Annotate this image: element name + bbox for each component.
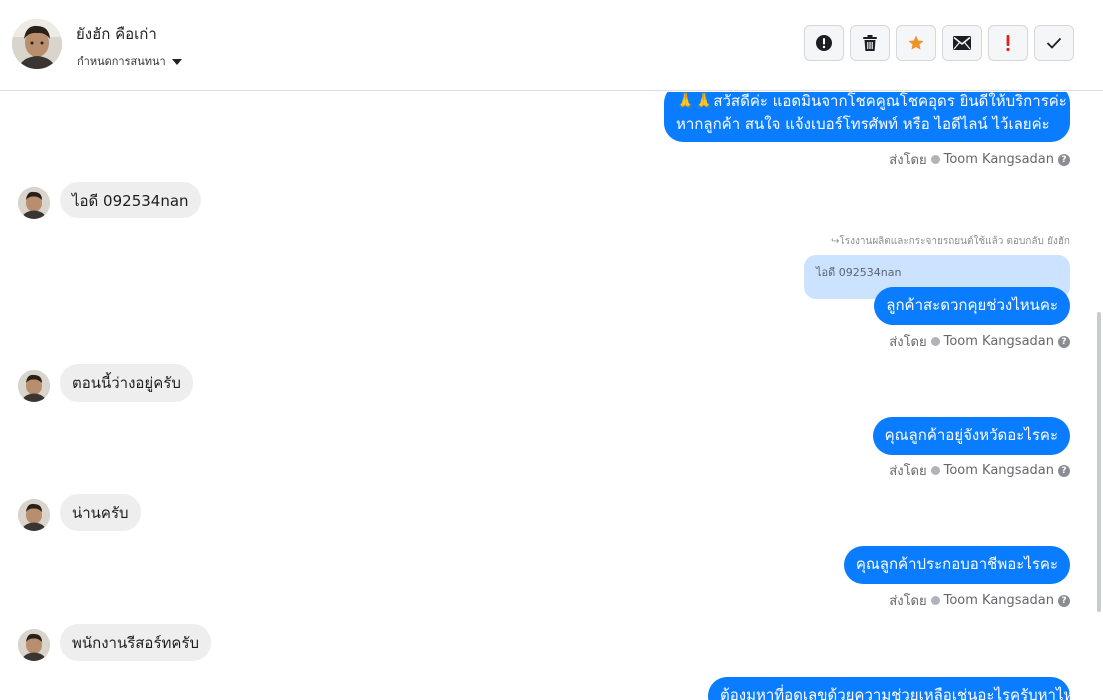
thread-scrollbar[interactable] — [1095, 92, 1103, 700]
done-button[interactable] — [1034, 25, 1074, 61]
envelope-icon — [953, 36, 971, 50]
message-text-line2: หากลูกค้า สนใจ แจ้งเบอร์โทรศัพท์ หรือ ไอ… — [676, 115, 1050, 133]
message-text: ไอดี 092534nan — [72, 192, 189, 210]
sent-check-icon — [930, 466, 940, 475]
sent-by-agent: Toom Kangsadan — [943, 593, 1054, 608]
reply-context: ↪โรงงานผลิตและกระจายรถยนต์ใช้แล้ว ตอบกลั… — [830, 236, 1070, 247]
sent-by-agent: Toom Kangsadan — [943, 463, 1054, 478]
message-text: พนักงานรีสอร์ทครับ — [72, 634, 200, 652]
outgoing-message[interactable]: ลูกค้าสะดวกคุยช่วงไหนคะ — [874, 287, 1070, 325]
message-text: ต้องมหาที่อุดเลขด้วยความช่วยเหลือเช่นอะไ… — [720, 686, 1102, 700]
message-text-line1: 🙏🙏สวัสดีค่ะ แอดมินจากโชคคูณโชคอุดร ยินดี… — [676, 92, 1067, 110]
trash-icon — [863, 35, 877, 51]
check-icon — [1046, 37, 1062, 49]
sent-by-agent: Toom Kangsadan — [943, 334, 1054, 349]
sent-by-row: ส่งโดย Toom Kangsadan ? — [889, 331, 1070, 352]
contact-avatar-small — [18, 370, 50, 402]
star-icon — [908, 35, 924, 50]
help-icon[interactable]: ? — [1058, 153, 1070, 166]
sent-by-label: ส่งโดย — [889, 153, 927, 168]
report-button[interactable] — [804, 25, 844, 61]
message-text: ลูกค้าสะดวกคุยช่วงไหนคะ — [886, 296, 1058, 314]
scrollbar-thumb[interactable] — [1097, 312, 1101, 612]
contact-avatar-small — [18, 629, 50, 661]
sent-check-icon — [930, 337, 940, 346]
sent-by-label: ส่งโดย — [889, 594, 927, 609]
caret-down-icon — [171, 58, 182, 65]
exclamation-icon — [1006, 35, 1010, 52]
outgoing-message[interactable]: คุณลูกค้าประกอบอาชีพอะไรคะ — [843, 546, 1070, 584]
message-text: น่านครับ — [72, 504, 129, 522]
help-icon[interactable]: ? — [1058, 335, 1070, 348]
incoming-message[interactable]: น่านครับ — [60, 494, 141, 531]
sent-by-row: ส่งโดย Toom Kangsadan ? — [889, 590, 1070, 611]
conversation-header: ยังฮัก คือเก่า กำหนดการสนทนา — [0, 0, 1103, 91]
outgoing-message[interactable]: ต้องมหาที่อุดเลขด้วยความช่วยเหลือเช่นอะไ… — [708, 677, 1101, 700]
message-thread[interactable]: 🙏🙏สวัสดีค่ะ แอดมินจากโชคคูณโชคอุดร ยินดี… — [0, 92, 1103, 700]
help-icon[interactable]: ? — [1058, 594, 1070, 607]
sent-check-icon — [930, 596, 940, 605]
header-actions — [804, 25, 1074, 61]
outgoing-message[interactable]: 🙏🙏สวัสดีค่ะ แอดมินจากโชคคูณโชคอุดร ยินดี… — [664, 92, 1070, 142]
sent-check-icon — [930, 155, 940, 164]
mark-unread-button[interactable] — [942, 25, 982, 61]
contact-avatar[interactable] — [12, 19, 62, 69]
assign-label: กำหนดการสนทนา — [77, 55, 166, 68]
message-text: คุณลูกค้าประกอบอาชีพอะไรคะ — [855, 555, 1058, 573]
contact-avatar-small — [18, 499, 50, 531]
alert-circle-icon — [816, 35, 832, 51]
sent-by-row: ส่งโดย Toom Kangsadan ? — [889, 460, 1070, 481]
star-button[interactable] — [896, 25, 936, 61]
sent-by-label: ส่งโดย — [889, 464, 927, 479]
assign-conversation-dropdown[interactable]: กำหนดการสนทนา — [77, 52, 182, 70]
incoming-message[interactable]: ตอนนี้ว่างอยู่ครับ — [60, 364, 193, 402]
message-text: คุณลูกค้าอยู่จังหวัดอะไรคะ — [884, 426, 1058, 444]
incoming-message[interactable]: พนักงานรีสอร์ทครับ — [60, 624, 212, 661]
help-icon[interactable]: ? — [1058, 464, 1070, 477]
sent-by-agent: Toom Kangsadan — [943, 152, 1054, 167]
delete-button[interactable] — [850, 25, 890, 61]
contact-name: ยังฮัก คือเก่า — [76, 25, 157, 43]
sent-by-row: ส่งโดย Toom Kangsadan ? — [889, 149, 1070, 170]
quoted-text: ไอดี 092534nan — [816, 266, 902, 279]
sent-by-label: ส่งโดย — [889, 335, 927, 350]
outgoing-message[interactable]: คุณลูกค้าอยู่จังหวัดอะไรคะ — [872, 417, 1070, 455]
contact-avatar-small — [18, 187, 50, 219]
spam-button[interactable] — [988, 25, 1028, 61]
incoming-message[interactable]: ไอดี 092534nan — [60, 182, 201, 218]
message-text: ตอนนี้ว่างอยู่ครับ — [72, 374, 181, 392]
